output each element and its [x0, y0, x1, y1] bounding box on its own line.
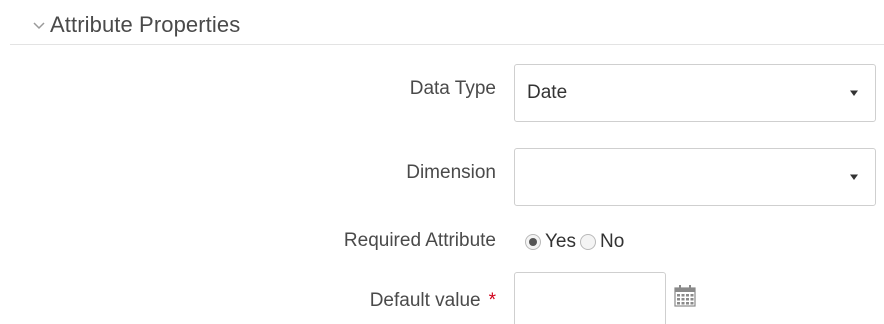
calendar-icon[interactable] [673, 284, 697, 308]
chevron-down-icon[interactable] [30, 16, 48, 34]
dimension-select[interactable] [514, 148, 876, 206]
required-yes-label[interactable]: Yes [545, 231, 576, 253]
default-value-label: Default value * [370, 290, 496, 312]
default-value-label-text: Default value [369, 290, 481, 311]
required-no-radio[interactable] [580, 234, 596, 250]
data-type-value: Date [527, 82, 568, 103]
caret-down-icon [849, 88, 859, 98]
dimension-label: Dimension [406, 162, 496, 183]
section-divider [10, 44, 884, 45]
required-no-label[interactable]: No [600, 231, 624, 253]
section-title: Attribute Properties [50, 12, 241, 37]
caret-down-icon [849, 172, 859, 182]
default-value-input[interactable] [514, 272, 666, 324]
attribute-properties-panel: Attribute Properties Data Type Date Dime… [0, 0, 884, 324]
required-attribute-label: Required Attribute [343, 230, 496, 251]
section-header[interactable]: Attribute Properties [30, 8, 240, 42]
data-type-label: Data Type [409, 78, 496, 99]
data-type-select[interactable]: Date [514, 64, 876, 122]
required-yes-radio[interactable] [525, 234, 541, 250]
required-attribute-radio-group: Yes No [525, 228, 628, 256]
required-star: * [488, 290, 496, 311]
